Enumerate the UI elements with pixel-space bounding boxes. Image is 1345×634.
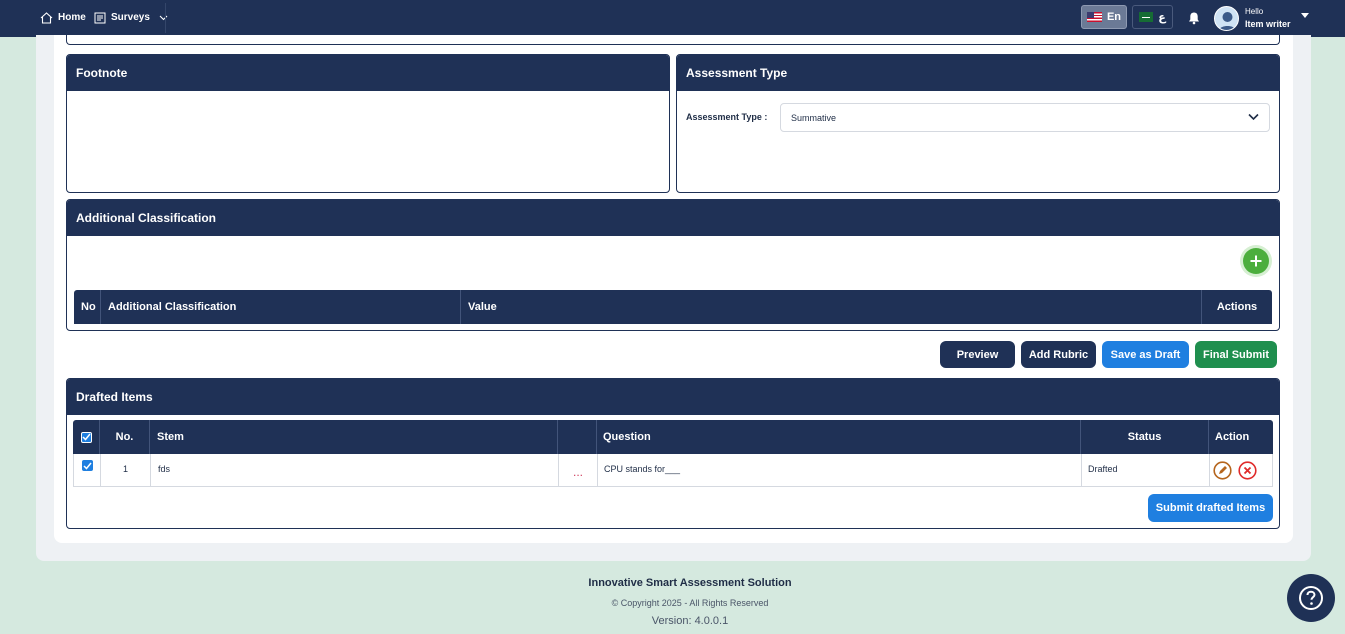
select-all-checkbox[interactable] — [80, 431, 92, 443]
col-no: No. — [100, 420, 150, 454]
delete-icon[interactable] — [1238, 460, 1257, 480]
additional-classification-title: Additional Classification — [67, 200, 1279, 236]
top-navbar: Home Surveys En ع Hello Item writer — [0, 0, 1345, 37]
check-icon — [81, 433, 91, 441]
row-question: CPU stands for___ — [598, 454, 1082, 486]
row-actions — [1210, 454, 1274, 486]
col-status: Status — [1081, 420, 1209, 454]
additional-classification-panel: Additional Classification No Additional … — [66, 199, 1280, 331]
add-classification-button[interactable] — [1243, 248, 1269, 274]
plus-icon — [1250, 255, 1262, 267]
col-stem: Stem — [150, 420, 558, 454]
col-value: Value — [461, 290, 1202, 324]
user-name: Item writer — [1245, 19, 1291, 29]
row-select-cell — [74, 454, 101, 486]
check-icon — [82, 462, 92, 470]
footer-title: Innovative Smart Assessment Solution — [588, 577, 792, 589]
footer-version: Version: 4.0.0.1 — [651, 615, 729, 627]
preview-button[interactable]: Preview — [940, 341, 1015, 368]
nav-home[interactable]: Home — [40, 0, 86, 35]
col-additional-classification: Additional Classification — [101, 290, 461, 324]
col-no: No — [74, 290, 101, 324]
lang-en-label: En — [1106, 11, 1122, 23]
classification-table-header: No Additional Classification Value Actio… — [74, 290, 1272, 324]
user-greeting: Hello — [1245, 7, 1264, 16]
avatar[interactable] — [1214, 6, 1239, 31]
footnote-title: Footnote — [67, 55, 669, 91]
table-row: 1 fds ... CPU stands for___ Drafted — [73, 454, 1273, 487]
footer-copyright: © Copyright 2025 - All Rights Reserved — [611, 598, 769, 608]
lang-ar-button[interactable]: ع — [1132, 5, 1173, 29]
row-status: Drafted — [1082, 454, 1210, 486]
final-submit-button[interactable]: Final Submit — [1195, 341, 1277, 368]
nav-surveys[interactable]: Surveys — [94, 0, 168, 35]
add-rubric-button[interactable]: Add Rubric — [1021, 341, 1096, 368]
lang-ar-label: ع — [1158, 11, 1166, 24]
footnote-panel: Footnote — [66, 54, 670, 193]
sa-flag-icon — [1139, 12, 1154, 22]
nav-divider — [165, 3, 166, 33]
help-icon — [1299, 586, 1323, 610]
nav-home-label: Home — [58, 12, 86, 23]
col-actions: Actions — [1216, 301, 1258, 313]
bell-icon[interactable] — [1187, 11, 1201, 25]
row-more-button[interactable]: ... — [559, 454, 598, 486]
assessment-type-select[interactable]: Summative — [780, 103, 1270, 132]
chevron-down-icon — [159, 15, 168, 20]
previous-panel-bottom — [66, 35, 1280, 45]
assessment-type-value: Summative — [791, 112, 837, 123]
assessment-type-panel: Assessment Type Assessment Type : Summat… — [676, 54, 1280, 193]
col-question: Question — [597, 420, 1081, 454]
row-no: 1 — [101, 454, 151, 486]
row-checkbox[interactable] — [81, 460, 93, 471]
col-blank — [558, 420, 597, 454]
save-as-draft-button[interactable]: Save as Draft — [1102, 341, 1189, 368]
us-flag-icon — [1086, 12, 1102, 22]
edit-icon[interactable] — [1213, 460, 1232, 480]
col-select-all — [73, 420, 100, 454]
caret-down-icon[interactable] — [1300, 12, 1310, 19]
nav-surveys-label: Surveys — [111, 12, 150, 23]
lang-en-button[interactable]: En — [1081, 5, 1127, 29]
chevron-down-icon — [1248, 113, 1259, 121]
survey-icon — [94, 12, 106, 23]
assessment-type-label: Assessment Type : — [686, 112, 768, 122]
drafted-table-header: No. Stem Question Status Action — [73, 420, 1273, 454]
home-icon — [40, 11, 53, 24]
assessment-type-title: Assessment Type — [677, 55, 1279, 91]
footnote-editor[interactable] — [67, 91, 669, 192]
drafted-items-title: Drafted Items — [67, 379, 1279, 415]
help-button[interactable] — [1287, 574, 1335, 622]
col-action: Action — [1215, 431, 1250, 443]
submit-drafted-items-button[interactable]: Submit drafted Items — [1148, 494, 1273, 522]
row-stem: fds — [151, 454, 559, 486]
user-info[interactable]: Hello Item writer — [1245, 6, 1291, 30]
